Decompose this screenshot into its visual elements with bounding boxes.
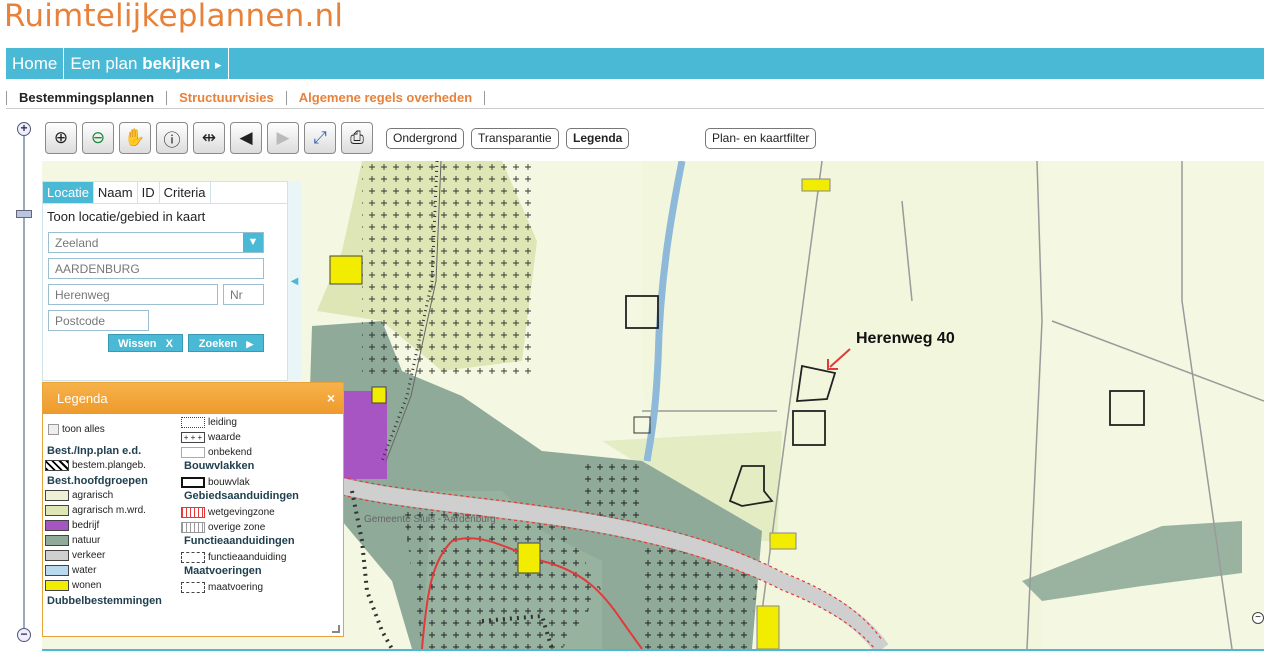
play-icon: ▶ xyxy=(246,339,254,349)
nav-plan-prefix: Een plan xyxy=(70,54,138,73)
legend-item-onbekend: onbekend xyxy=(181,445,252,459)
legend-item-verkeer: verkeer xyxy=(45,548,105,562)
subnav-algemene-regels[interactable]: Algemene regels overheden xyxy=(285,90,486,105)
legend-heading-dubbel: Dubbelbestemmingen xyxy=(47,595,162,607)
tab-criteria[interactable]: Criteria xyxy=(160,182,211,203)
zoom-in-icon[interactable]: ⊕ xyxy=(45,122,77,154)
legend-heading-bestplan: Best./Inp.plan e.d. xyxy=(47,445,142,457)
street-field[interactable]: Herenweg xyxy=(48,284,218,305)
legend-panel: Legenda × toon alles Best./Inp.plan e.d.… xyxy=(42,382,344,637)
legend-heading-functie: Functieaanduidingen xyxy=(184,535,295,547)
print-icon[interactable]: ⎙ xyxy=(341,122,373,154)
legend-item-functieaanduiding: functieaanduiding xyxy=(181,550,286,564)
pan-hand-icon[interactable]: ✋ xyxy=(119,122,151,154)
transparantie-button[interactable]: Transparantie xyxy=(471,128,559,149)
map-zoom-out-icon[interactable]: − xyxy=(1252,612,1264,624)
chevron-down-icon[interactable]: ▼ xyxy=(243,233,263,252)
legend-item-wetgevingzone: wetgevingzone xyxy=(181,505,275,519)
legend-header[interactable]: Legenda × xyxy=(43,383,343,414)
nav-plan-bold: bekijken xyxy=(142,54,211,73)
legend-item-bedrijf: bedrijf xyxy=(45,518,99,532)
zoom-plus-icon[interactable]: + xyxy=(17,122,31,136)
road-label: Gemeente Sluis - Aardenburg xyxy=(364,514,496,525)
legend-item-maatvoering: maatvoering xyxy=(181,580,263,594)
resize-handle-icon[interactable] xyxy=(332,625,340,633)
tab-locatie[interactable]: Locatie xyxy=(43,182,94,203)
legend-item-bestem-plangeb: bestem.plangeb. xyxy=(45,458,146,472)
legend-item-overige-zone: overige zone xyxy=(181,520,265,534)
legend-item-water: water xyxy=(45,563,96,577)
number-field[interactable]: Nr xyxy=(223,284,264,305)
subnav-bestemmingsplannen[interactable]: Bestemmingsplannen xyxy=(6,90,166,105)
measure-icon[interactable]: ⇹ xyxy=(193,122,225,154)
legend-heading-hoofdgroepen: Best.hoofdgroepen xyxy=(47,475,148,487)
forward-icon[interactable]: ▶ xyxy=(267,122,299,154)
zoom-slider[interactable]: + − xyxy=(14,120,34,650)
back-icon[interactable]: ◀ xyxy=(230,122,262,154)
nav-home[interactable]: Home xyxy=(6,48,65,79)
zoom-minus-icon[interactable]: − xyxy=(17,628,31,642)
toon-alles-label: toon alles xyxy=(62,423,105,435)
bottom-border xyxy=(42,649,1264,651)
nav-arrow-icon: ▸ xyxy=(215,57,222,72)
search-tabs: Locatie Naam ID Criteria xyxy=(43,182,287,204)
nav-plan-bekijken[interactable]: Een plan bekijken ▸ xyxy=(64,48,229,79)
tab-id[interactable]: ID xyxy=(138,182,160,203)
zoom-handle[interactable] xyxy=(16,210,32,218)
postcode-field[interactable]: Postcode xyxy=(48,310,149,331)
province-value: Zeeland xyxy=(55,236,99,250)
zoom-out-icon[interactable]: ⊖ xyxy=(82,122,114,154)
legend-item-leiding: leiding xyxy=(181,415,237,429)
place-field[interactable]: AARDENBURG xyxy=(48,258,264,279)
map-toolbar: ⊕ ⊖ ✋ ⓘ ⇹ ◀ ▶ ⤢ ⎙ xyxy=(45,121,378,155)
legend-item-agrarisch: agrarisch xyxy=(45,488,113,502)
main-navbar: Home Een plan bekijken ▸ xyxy=(6,48,1264,79)
legend-item-bouwvlak: bouwvlak xyxy=(181,475,250,489)
search-title: Toon locatie/gebied in kaart xyxy=(47,209,206,224)
search-panel: Locatie Naam ID Criteria Toon locatie/ge… xyxy=(42,181,288,381)
full-extent-icon[interactable]: ⤢ xyxy=(304,122,336,154)
zoeken-button[interactable]: Zoeken ▶ xyxy=(188,334,264,352)
info-icon[interactable]: ⓘ xyxy=(156,122,188,154)
ondergrond-button[interactable]: Ondergrond xyxy=(386,128,465,149)
wissen-button[interactable]: Wissen X xyxy=(108,334,183,352)
herenweg-annotation: Herenweg 40 xyxy=(856,330,955,347)
clear-icon: X xyxy=(165,338,173,350)
site-logo[interactable]: Ruimtelijkeplannen.nl xyxy=(4,0,343,34)
legend-heading-bouwvlakken: Bouwvlakken xyxy=(184,460,255,472)
legend-item-wonen: wonen xyxy=(45,578,101,592)
sub-navigation: Bestemmingsplannen Structuurvisies Algem… xyxy=(6,87,1264,109)
legend-item-agrarisch-mwrd: agrarisch m.wrd. xyxy=(45,503,146,517)
legend-item-waarde: + + + waarde xyxy=(181,430,241,444)
legend-title: Legenda xyxy=(57,391,108,406)
plan-kaartfilter-button[interactable]: Plan- en kaartfilter xyxy=(705,128,817,149)
legend-item-natuur: natuur xyxy=(45,533,100,547)
province-select[interactable]: Zeeland ▼ xyxy=(48,232,264,253)
subnav-structuurvisies[interactable]: Structuurvisies xyxy=(166,90,286,105)
legend-heading-gebied: Gebiedsaanduidingen xyxy=(184,490,299,502)
close-icon[interactable]: × xyxy=(327,383,335,414)
wissen-label: Wissen xyxy=(118,338,157,350)
zoeken-label: Zoeken xyxy=(198,338,238,350)
legenda-button[interactable]: Legenda xyxy=(566,128,630,149)
legend-heading-maat: Maatvoeringen xyxy=(184,565,262,577)
tab-naam[interactable]: Naam xyxy=(94,182,138,203)
collapse-panel-icon[interactable]: ◀ xyxy=(287,181,301,381)
toon-alles-checkbox[interactable]: toon alles xyxy=(48,422,105,436)
